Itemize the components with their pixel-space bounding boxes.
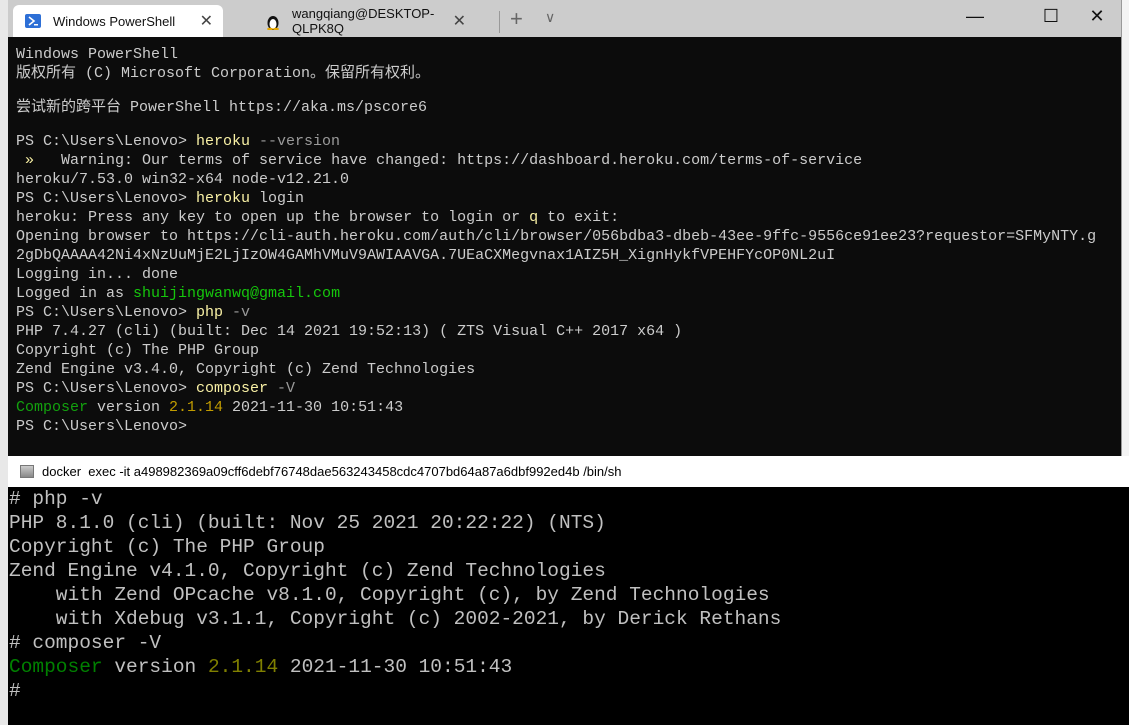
terminal-text-default: Logged in as <box>16 285 134 302</box>
terminal-text-cmd: composer <box>196 380 269 397</box>
maximize-icon[interactable]: ☐ <box>1036 6 1066 27</box>
terminal-text-default: PS C:\Users\Lenovo> <box>16 380 197 397</box>
console-line: Zend Engine v4.1.0, Copyright (c) Zend T… <box>9 559 781 583</box>
terminal-line: PS C:\Users\Lenovo> php -v <box>16 303 1096 322</box>
terminal-line: PS C:\Users\Lenovo> <box>16 417 1096 436</box>
terminal-line: 尝试新的跨平台 PowerShell https://aka.ms/pscore… <box>16 98 1096 117</box>
console-text-default: # composer -V <box>9 632 162 654</box>
terminal-line: PS C:\Users\Lenovo> composer -V <box>16 379 1096 398</box>
close-window-icon[interactable]: ✕ <box>1082 6 1112 27</box>
terminal-line: heroku: Press any key to open up the bro… <box>16 208 1096 227</box>
terminal-text-default: Copyright (c) The PHP Group <box>16 342 260 359</box>
console-text-default: # <box>9 680 21 702</box>
minimize-icon[interactable]: — <box>960 6 990 27</box>
tab-divider <box>499 11 500 33</box>
console-line: # composer -V <box>9 631 781 655</box>
terminal-text-version: 2.1.14 <box>169 399 224 416</box>
console-line: # php -v <box>9 487 781 511</box>
terminal-text-cmd: heroku <box>196 190 251 207</box>
terminal-text-default: login <box>250 190 305 207</box>
console-text-default: with Xdebug v3.1.1, Copyright (c) 2002-2… <box>9 608 782 630</box>
console-line: with Xdebug v3.1.1, Copyright (c) 2002-2… <box>9 607 782 631</box>
powershell-icon <box>25 14 41 28</box>
terminal-text-default: 2021-11-30 10:51:43 <box>223 399 404 416</box>
new-tab-plus-icon[interactable]: + <box>510 6 523 32</box>
terminal-line: Opening browser to https://cli-auth.hero… <box>16 227 1096 246</box>
terminal-text-default: PS C:\Users\Lenovo> <box>16 304 197 321</box>
terminal-text-default: PS C:\Users\Lenovo> <box>16 418 188 435</box>
terminal-text-email: shuijingwanwq@gmail.com <box>133 285 341 302</box>
tab-windows-powershell[interactable]: Windows PowerShell ✕ <box>13 5 223 37</box>
terminal-line: 2gDbQAAAA42Ni4xNzUuMjE2LjIzOW4GAMhVMuV9A… <box>16 246 1096 265</box>
close-tab-icon[interactable]: ✕ <box>200 11 213 31</box>
console-text-default: 2021-11-30 10:51:43 <box>278 656 513 678</box>
console-text-version: 2.1.14 <box>207 656 279 678</box>
tab-label: wangqiang@DESKTOP-QLPK8Q <box>292 6 435 36</box>
terminal-text-default: PS C:\Users\Lenovo> <box>16 133 197 150</box>
terminal-text-cmd: q <box>529 209 539 226</box>
terminal-line: PS C:\Users\Lenovo> heroku login <box>16 189 1096 208</box>
terminal-text-green: Composer <box>16 399 89 416</box>
console-text-default: version <box>102 656 208 678</box>
console-line: # <box>9 679 781 703</box>
console-line: Composer version 2.1.14 2021-11-30 10:51… <box>9 655 781 679</box>
close-tab-icon[interactable]: ✕ <box>453 11 466 31</box>
terminal-text-default: 尝试新的跨平台 PowerShell https://aka.ms/pscore… <box>16 99 428 116</box>
terminal-text-default: Windows PowerShell <box>16 46 179 63</box>
console-text-default: Zend Engine v4.1.0, Copyright (c) Zend T… <box>9 560 606 582</box>
terminal-text-cmd: heroku <box>196 133 251 150</box>
console-line: Copyright (c) The PHP Group <box>9 535 781 559</box>
terminal-text-default: to exit: <box>538 209 620 226</box>
console-text-default: PHP 8.1.0 (cli) (built: Nov 25 2021 20:2… <box>9 512 606 534</box>
console-text-default: with Zend OPcache v8.1.0, Copyright (c),… <box>9 584 770 606</box>
console-window-icon <box>20 465 34 478</box>
windows-terminal-window: Windows PowerShell ✕ wangqiang@DESKTOP-Q… <box>8 0 1122 456</box>
console-line: with Zend OPcache v8.1.0, Copyright (c),… <box>9 583 781 607</box>
terminal-text-default: version <box>88 399 170 416</box>
terminal-text-default: heroku/7.53.0 win32-x64 node-v12.21.0 <box>16 171 350 188</box>
tab-wsl-linux[interactable]: wangqiang@DESKTOP-QLPK8Q ✕ <box>258 5 466 37</box>
linux-penguin-icon <box>266 14 280 31</box>
terminal-text-warn: » <box>16 152 35 169</box>
console-title: docker exec -it a498982369a09cff6debf767… <box>42 464 622 479</box>
terminal-text-arg: -V <box>268 380 296 397</box>
terminal-text-default: Zend Engine v3.4.0, Copyright (c) Zend T… <box>16 361 476 378</box>
terminal-line: Zend Engine v3.4.0, Copyright (c) Zend T… <box>16 360 1096 379</box>
terminal-text-default: 版权所有 (C) Microsoft Corporation。保留所有权利。 <box>16 65 431 82</box>
terminal-text-default: Warning: Our terms of service have chang… <box>34 152 863 169</box>
terminal-line: PHP 7.4.27 (cli) (built: Dec 14 2021 19:… <box>16 322 1096 341</box>
console-text-default: # php -v <box>9 488 103 510</box>
terminal-text-default: PS C:\Users\Lenovo> <box>16 190 197 207</box>
powershell-output[interactable]: Windows PowerShell 版权所有 (C) Microsoft Cor… <box>16 45 1096 436</box>
console-line: PHP 8.1.0 (cli) (built: Nov 25 2021 20:2… <box>9 511 781 535</box>
terminal-text-default: 2gDbQAAAA42Ni4xNzUuMjE2LjIzOW4GAMhVMuV9A… <box>16 247 836 264</box>
terminal-line: Logged in as shuijingwanwq@gmail.com <box>16 284 1096 303</box>
console-text-default: Copyright (c) The PHP Group <box>9 536 325 558</box>
terminal-text-default: heroku: Press any key to open up the bro… <box>16 209 530 226</box>
terminal-line: PS C:\Users\Lenovo> heroku --version <box>16 132 1096 151</box>
docker-console[interactable]: # php -v PHP 8.1.0 (cli) (built: Nov 25 2… <box>8 487 1129 725</box>
terminal-line: 版权所有 (C) Microsoft Corporation。保留所有权利。 <box>16 64 1096 83</box>
console-title-bar: docker exec -it a498982369a09cff6debf767… <box>8 456 1129 487</box>
terminal-text-default: Logging in... done <box>16 266 179 283</box>
terminal-text-arg: -v <box>223 304 251 321</box>
console-text-green: Composer <box>9 656 103 678</box>
terminal-text-cmd: php <box>196 304 224 321</box>
background-window <box>0 0 8 725</box>
chevron-down-icon[interactable]: ∨ <box>545 9 555 26</box>
terminal-line: Windows PowerShell <box>16 45 1096 64</box>
terminal-text-arg: --version <box>250 133 341 150</box>
terminal-line: heroku/7.53.0 win32-x64 node-v12.21.0 <box>16 170 1096 189</box>
terminal-line: » Warning: Our terms of service have cha… <box>16 151 1096 170</box>
terminal-line: Logging in... done <box>16 265 1096 284</box>
terminal-text-default: PHP 7.4.27 (cli) (built: Dec 14 2021 19:… <box>16 323 683 340</box>
tab-label: Windows PowerShell <box>53 13 176 29</box>
terminal-line: Composer version 2.1.14 2021-11-30 10:51… <box>16 398 1096 417</box>
terminal-line: Copyright (c) The PHP Group <box>16 341 1096 360</box>
terminal-text-default: Opening browser to https://cli-auth.hero… <box>16 228 1097 245</box>
tab-bar: Windows PowerShell ✕ wangqiang@DESKTOP-Q… <box>8 0 1121 37</box>
